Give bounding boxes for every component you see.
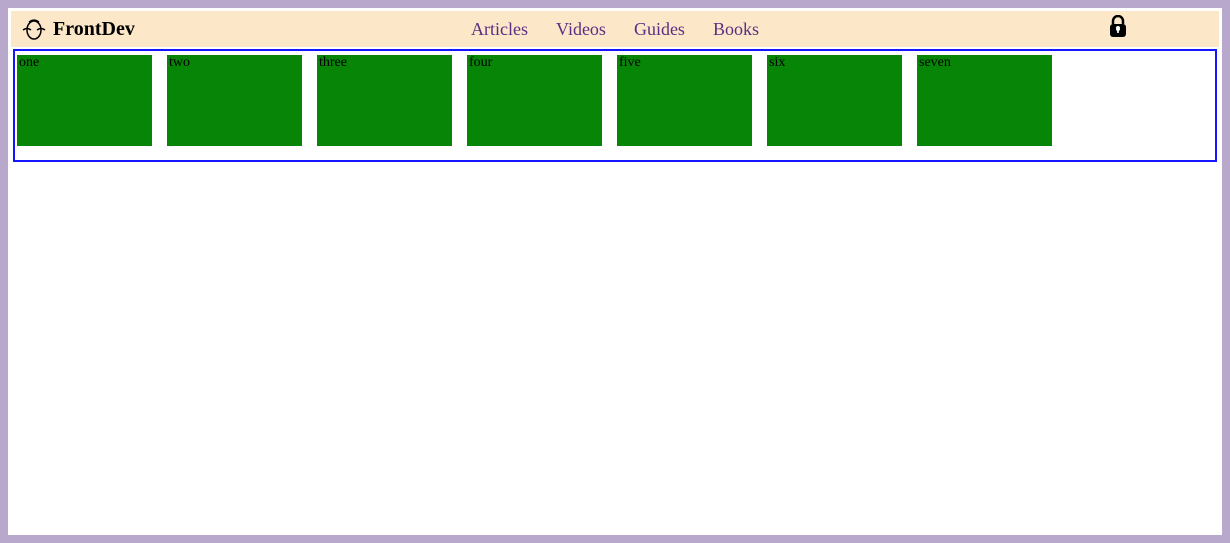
grid-container: one two three four five six seven [13,49,1217,162]
svg-text:?: ? [1116,25,1121,34]
grid-item: seven [917,55,1052,146]
inner-wrapper: FrontDev Articles Videos Guides Books ? [11,11,1219,532]
nav-link-videos[interactable]: Videos [556,19,606,40]
brand-name: FrontDev [53,18,135,41]
nav-links: Articles Videos Guides Books [471,19,759,40]
lock-icon: ? [1107,26,1129,43]
grid-item: five [617,55,752,146]
nav-link-articles[interactable]: Articles [471,19,528,40]
grid-item: six [767,55,902,146]
grid-item: four [467,55,602,146]
grid-item: three [317,55,452,146]
lock-area[interactable]: ? [1107,15,1129,44]
logo-icon [21,16,47,42]
header: FrontDev Articles Videos Guides Books ? [11,11,1219,47]
grid-item: two [167,55,302,146]
nav-link-guides[interactable]: Guides [634,19,685,40]
page-wrapper: FrontDev Articles Videos Guides Books ? [8,8,1222,535]
logo-area: FrontDev [21,16,135,42]
grid-item: one [17,55,152,146]
nav-link-books[interactable]: Books [713,19,759,40]
